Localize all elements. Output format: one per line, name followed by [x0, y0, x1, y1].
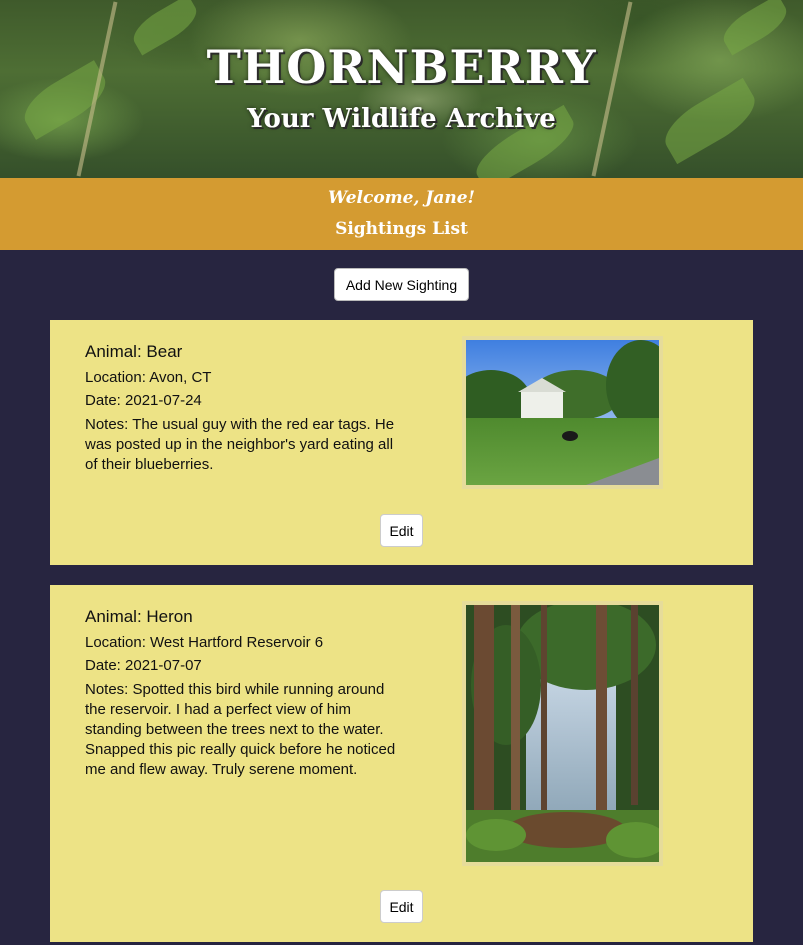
sighting-card: Animal: Bear Location: Avon, CT Date: 20…	[50, 320, 753, 565]
edit-sighting-button[interactable]: Edit	[380, 890, 423, 923]
sighting-details: Animal: Bear Location: Avon, CT Date: 20…	[85, 342, 405, 475]
sighting-notes: Notes: Spotted this bird while running a…	[85, 681, 396, 778]
site-title: THORNBERRY	[206, 40, 597, 94]
sighting-date: Date: 2021-07-24	[85, 392, 202, 409]
welcome-banner: Welcome, Jane! Sightings List	[0, 178, 803, 250]
sighting-animal: Animal: Bear	[85, 342, 183, 361]
sighting-card: Animal: Heron Location: West Hartford Re…	[50, 585, 753, 942]
site-subtitle: Your Wildlife Archive	[247, 104, 556, 134]
sighting-date: Date: 2021-07-07	[85, 657, 202, 674]
sighting-notes: Notes: The usual guy with the red ear ta…	[85, 416, 395, 473]
hero-header: THORNBERRY Your Wildlife Archive	[0, 0, 803, 178]
sighting-location: Location: Avon, CT	[85, 369, 212, 386]
sighting-photo	[462, 601, 663, 866]
page-title: Sightings List	[335, 219, 468, 239]
welcome-message: Welcome, Jane!	[327, 188, 475, 208]
sighting-details: Animal: Heron Location: West Hartford Re…	[85, 607, 405, 780]
sighting-location: Location: West Hartford Reservoir 6	[85, 634, 324, 651]
add-sighting-button[interactable]: Add New Sighting	[334, 268, 469, 301]
heron-photo-image	[466, 605, 659, 862]
bear-photo-image	[466, 340, 659, 485]
sighting-animal: Animal: Heron	[85, 607, 193, 626]
edit-sighting-button[interactable]: Edit	[380, 514, 423, 547]
sighting-photo	[462, 336, 663, 489]
